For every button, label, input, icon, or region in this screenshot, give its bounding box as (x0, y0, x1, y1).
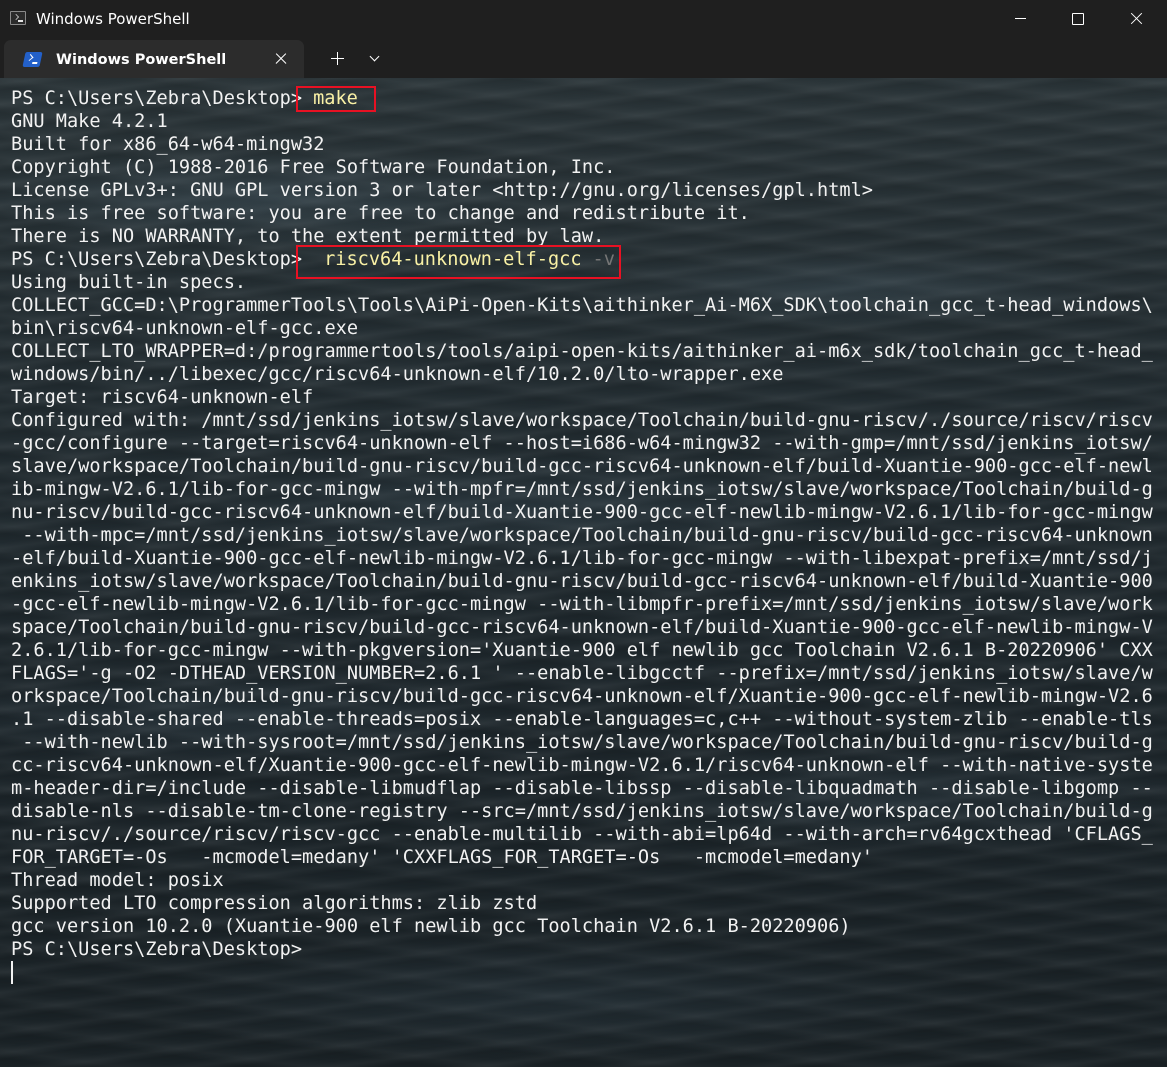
terminal-line: 2.6.1/lib-for-gcc-mingw --with-pkgversio… (11, 640, 1153, 661)
new-tab-button[interactable] (323, 47, 351, 71)
tab-label: Windows PowerShell (56, 52, 227, 68)
terminal-line: windows/bin/../libexec/gcc/riscv64-unkno… (11, 364, 784, 385)
terminal-line: bin\riscv64-unknown-elf-gcc.exe (11, 318, 359, 339)
terminal-line: Supported LTO compression algorithms: zl… (11, 893, 538, 914)
terminal-line: Configured with: /mnt/ssd/jenkins_iotsw/… (11, 410, 1153, 431)
terminal-line: --with-mpc=/mnt/ssd/jenkins_iotsw/slave/… (11, 525, 1153, 546)
close-window-button[interactable] (1107, 0, 1165, 38)
terminal-line: Built for x86_64-w64-mingw32 (11, 134, 325, 155)
powershell-icon (22, 52, 43, 67)
tab-strip: Windows PowerShell (0, 38, 1167, 78)
terminal-line: FLAGS='-g -O2 -DTHEAD_VERSION_NUMBER=2.6… (11, 663, 1153, 684)
terminal-line: Target: riscv64-unknown-elf (11, 387, 314, 408)
prompt-text: PS C:\Users\Zebra\Desktop> (11, 939, 303, 960)
powershell-window: Windows PowerShell Windows PowerShell PS… (0, 0, 1167, 1067)
terminal-line: gcc version 10.2.0 (Xuantie-900 elf newl… (11, 916, 851, 937)
terminal-line: --with-newlib --with-sysroot=/mnt/ssd/je… (11, 732, 1153, 753)
terminal-line: m-header-dir=/include --disable-libmudfl… (11, 778, 1153, 799)
title-bar[interactable]: Windows PowerShell (0, 0, 1167, 38)
terminal-line: ib-mingw-V2.6.1/lib-for-gcc-mingw --with… (11, 479, 1153, 500)
terminal-app-icon (10, 11, 26, 25)
terminal-line-prompt: PS C:\Users\Zebra\Desktop> (11, 938, 302, 961)
terminal-line: GNU Make 4.2.1 (11, 111, 168, 132)
terminal-line: slave/workspace/Toolchain/build-gnu-risc… (11, 456, 1153, 477)
tab-dropdown-chevron-down-icon[interactable] (361, 47, 389, 71)
terminal-line: cc-riscv64-unknown-elf/Xuantie-900-gcc-e… (11, 755, 1153, 776)
terminal-line: Using built-in specs. (11, 272, 247, 293)
terminal-line: License GPLv3+: GNU GPL version 3 or lat… (11, 180, 873, 201)
terminal-line: Copyright (C) 1988-2016 Free Software Fo… (11, 157, 616, 178)
highlight-box-make (296, 86, 376, 112)
terminal-line: disable-nls --disable-tm-clone-registry … (11, 801, 1153, 822)
prompt-text: PS C:\Users\Zebra\Desktop> (11, 88, 303, 109)
text-cursor (11, 961, 13, 984)
close-tab-icon[interactable] (270, 48, 292, 70)
maximize-button[interactable] (1049, 0, 1107, 38)
highlight-box-gcc (296, 245, 621, 279)
terminal-line: .1 --disable-shared --enable-threads=pos… (11, 709, 1153, 730)
terminal-line: This is free software: you are free to c… (11, 203, 750, 224)
terminal-line: -gcc/configure --target=riscv64-unknown-… (11, 433, 1153, 454)
terminal-line: FOR_TARGET=-Os -mcmodel=medany' 'CXXFLAG… (11, 847, 873, 868)
terminal-line: COLLECT_GCC=D:\ProgrammerTools\Tools\AiP… (11, 295, 1153, 316)
terminal-line: orkspace/Toolchain/build-gnu-riscv/build… (11, 686, 1153, 707)
tab-windows-powershell[interactable]: Windows PowerShell (4, 40, 304, 78)
minimize-button[interactable] (991, 0, 1049, 38)
terminal-line: enkins_iotsw/slave/workspace/Toolchain/b… (11, 571, 1153, 592)
terminal-line: -elf/build-Xuantie-900-gcc-elf-newlib-mi… (11, 548, 1153, 569)
terminal-line: COLLECT_LTO_WRAPPER=d:/programmertools/t… (11, 341, 1153, 362)
terminal-line: nu-riscv/build-gcc-riscv64-unknown-elf/b… (11, 502, 1153, 523)
terminal-line: -gcc-elf-newlib-mingw-V2.6.1/lib-for-gcc… (11, 594, 1153, 615)
terminal-output[interactable]: PS C:\Users\Zebra\Desktop> make GNU Make … (0, 78, 1167, 1067)
window-title: Windows PowerShell (36, 10, 190, 28)
terminal-line: space/Toolchain/build-gnu-riscv/build-gc… (11, 617, 1153, 638)
terminal-line: nu-riscv/./source/riscv/riscv-gcc --enab… (11, 824, 1153, 845)
prompt-text: PS C:\Users\Zebra\Desktop> (11, 249, 303, 270)
terminal-line: Thread model: posix (11, 870, 224, 891)
